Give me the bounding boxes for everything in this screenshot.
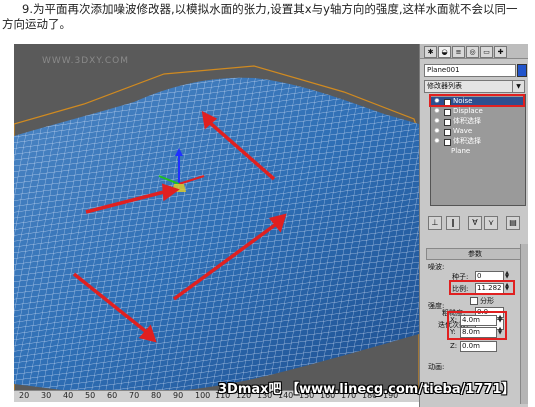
fractal-checkbox[interactable]: [470, 297, 478, 305]
remove-modifier-icon[interactable]: ⋎: [484, 216, 498, 230]
object-color-swatch[interactable]: [517, 64, 527, 77]
ruler-tick: 100: [195, 391, 211, 400]
make-unique-icon[interactable]: ∀: [468, 216, 482, 230]
animation-group-label: 动画:: [428, 363, 445, 371]
expand-icon[interactable]: [444, 109, 451, 116]
ruler-tick: 30: [41, 391, 52, 400]
lightbulb-icon[interactable]: ✹: [434, 107, 440, 116]
watermark: WWW.3DXY.COM: [42, 56, 130, 66]
strength-group-label: 强度:: [428, 302, 445, 310]
water-mesh: [14, 65, 419, 402]
ruler-tick: 20: [19, 391, 30, 400]
modifier-list-dropdown[interactable]: 修改器列表: [424, 80, 514, 93]
expand-icon[interactable]: [444, 129, 451, 136]
seed-spinner[interactable]: ▲ ▼: [504, 271, 510, 280]
configure-sets-icon[interactable]: ▤: [506, 216, 520, 230]
highlight-strength: [447, 311, 507, 340]
ruler-tick: 80: [151, 391, 162, 400]
z-strength-label: Z:: [450, 342, 458, 350]
stack-item-label: Plane: [451, 147, 471, 155]
pin-stack-icon[interactable]: ⊥: [428, 216, 442, 230]
ruler-tick: 70: [129, 391, 140, 400]
expand-icon[interactable]: [444, 139, 451, 146]
stack-item-wave[interactable]: ✹ Wave: [431, 127, 525, 136]
expand-icon[interactable]: [444, 119, 451, 126]
show-end-result-icon[interactable]: ‖: [446, 216, 460, 230]
stack-item-plane[interactable]: Plane: [431, 147, 525, 156]
caption-line-2: 方向运动了。: [2, 17, 71, 31]
stack-item-label: Displace: [453, 107, 483, 115]
ruler-tick: 50: [85, 391, 96, 400]
command-panel-tabs: ✱ ◒ ≡ ◎ ▭ ✚: [420, 44, 528, 59]
fractal-label: 分形: [480, 297, 494, 305]
params-rollout-title[interactable]: 参数: [426, 248, 524, 260]
modifier-stack: ✹ Noise ✹ Displace ✹ 体积选择 ✹ Wave ✹ 体积选择 …: [430, 94, 526, 206]
z-strength-field[interactable]: 0.0m: [460, 341, 497, 352]
ruler-tick: 60: [107, 391, 118, 400]
utilities-tab-icon[interactable]: ✚: [494, 46, 507, 58]
tutorial-caption: 9.为平面再次添加噪波修改器,以模拟水面的张力,设置其x与y轴方向的强度,这样水…: [0, 0, 535, 44]
chevron-down-icon[interactable]: ▼: [512, 80, 525, 93]
command-panel: ✱ ◒ ≡ ◎ ▭ ✚ Plane001 修改器列表 ▼ ✹ Noise ✹ D…: [419, 44, 528, 407]
ruler-tick: 90: [173, 391, 184, 400]
stack-item-displace[interactable]: ✹ Displace: [431, 107, 525, 116]
motion-tab-icon[interactable]: ◎: [466, 46, 479, 58]
stack-item-volselect[interactable]: ✹ 体积选择: [431, 117, 525, 126]
stack-item-label: 体积选择: [453, 117, 481, 125]
stack-toolbar: ⊥ ‖ ∀ ⋎ ▤: [426, 216, 524, 230]
lightbulb-icon[interactable]: ✹: [434, 117, 440, 126]
hierarchy-tab-icon[interactable]: ≡: [452, 46, 465, 58]
highlight-noise: [429, 94, 525, 107]
ruler-tick: 40: [63, 391, 74, 400]
panel-scrollbar[interactable]: [520, 244, 528, 404]
stack-item-label: 体积选择: [453, 137, 481, 145]
highlight-scale: [449, 280, 515, 295]
caption-line-1: 9.为平面再次添加噪波修改器,以模拟水面的张力,设置其x与y轴方向的强度,这样水…: [22, 2, 518, 16]
forum-watermark: 3Dmax吧 【www.linecg.com/tieba/1771】: [218, 382, 515, 397]
modify-tab-icon[interactable]: ◒: [438, 46, 451, 58]
stack-item-volselect[interactable]: ✹ 体积选择: [431, 137, 525, 146]
object-name-field[interactable]: Plane001: [424, 64, 516, 77]
lightbulb-icon[interactable]: ✹: [434, 127, 440, 136]
stack-item-label: Wave: [453, 127, 473, 135]
display-tab-icon[interactable]: ▭: [480, 46, 493, 58]
lightbulb-icon[interactable]: ✹: [434, 137, 440, 146]
create-tab-icon[interactable]: ✱: [424, 46, 437, 58]
noise-group-label: 噪波:: [428, 263, 445, 271]
perspective-viewport[interactable]: WWW.3DXY.COM 20 30 40 50 60 70 80 90 100…: [14, 44, 419, 402]
